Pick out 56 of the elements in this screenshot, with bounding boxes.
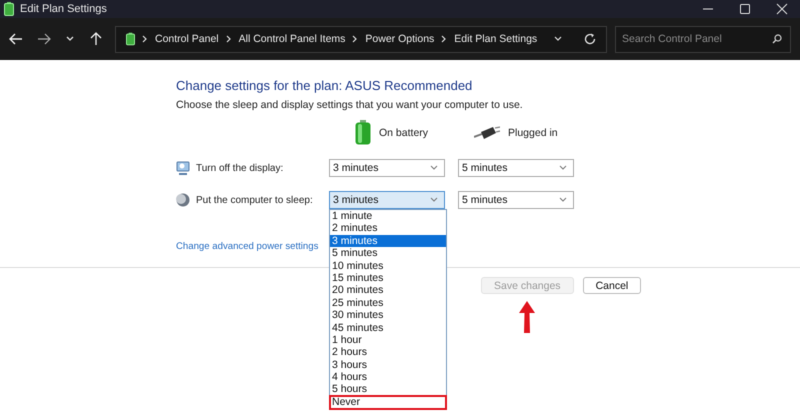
advanced-settings-link[interactable]: Change advanced power settings (176, 241, 318, 252)
dropdown-option[interactable]: 15 minutes (330, 272, 446, 284)
moon-icon (176, 193, 190, 207)
dropdown-option[interactable]: 1 minute (330, 210, 446, 222)
maximize-icon[interactable] (739, 3, 751, 15)
plug-icon (474, 126, 500, 140)
battery-icon (126, 32, 135, 46)
search-field[interactable]: Search Control Panel (615, 26, 791, 52)
chevron-right-icon (226, 35, 232, 43)
up-arrow-icon[interactable] (89, 32, 103, 46)
dropdown[interactable]: 5 minutes (458, 159, 574, 177)
back-arrow-icon[interactable] (9, 32, 23, 46)
breadcrumb[interactable]: Power Options (365, 33, 434, 45)
page-heading: Change settings for the plan: ASUS Recommended (176, 78, 474, 93)
dropdown[interactable]: 5 minutes (458, 191, 574, 209)
dropdown-option[interactable]: 20 minutes (330, 284, 446, 297)
chevron-right-icon (441, 35, 448, 43)
setting-label: Put the computer to sleep: (196, 194, 313, 206)
breadcrumb[interactable]: All Control Panel Items (238, 33, 346, 45)
address-bar[interactable]: Control Panel All Control Panel Items Power Options Edit Plan Settings (115, 26, 607, 52)
setting-label: Turn off the display: (196, 162, 284, 174)
dropdown-option[interactable]: 4 hours (330, 371, 446, 384)
battery-icon (355, 120, 371, 145)
dialog-button[interactable]: Cancel (582, 277, 642, 294)
search-icon (772, 34, 782, 44)
dropdown-option[interactable]: 1 hour (330, 334, 446, 346)
dropdown-option[interactable]: 2 minutes (330, 222, 446, 235)
dropdown-option[interactable]: 2 hours (330, 346, 446, 359)
column-header: Plugged in (508, 126, 558, 138)
chevron-right-icon (142, 35, 148, 43)
dropdown-option[interactable]: 10 minutes (330, 260, 446, 272)
close-icon[interactable] (776, 3, 788, 15)
monitor-icon (176, 161, 190, 175)
refresh-icon[interactable] (584, 33, 596, 45)
chevron-right-icon (352, 35, 358, 43)
forward-arrow-icon[interactable] (37, 32, 51, 46)
chevron-down-icon (559, 197, 567, 203)
dropdown-option[interactable]: 3 hours (330, 358, 446, 372)
breadcrumb[interactable]: Edit Plan Settings (454, 33, 538, 45)
window-title: Edit Plan Settings (20, 3, 107, 15)
dropdown-option[interactable]: 5 minutes (330, 247, 446, 260)
chevron-down-icon (559, 165, 567, 171)
dropdown[interactable]: 3 minutes (329, 191, 445, 209)
description: Choose the sleep and display settings that you want your computer to use. (176, 99, 524, 111)
dropdown[interactable]: 3 minutes (329, 159, 445, 177)
chevron-down-icon (430, 165, 438, 171)
dropdown-option[interactable]: 3 minutes (330, 234, 446, 248)
dropdown-option[interactable]: Never (330, 396, 446, 409)
breadcrumb[interactable]: Control Panel (155, 33, 219, 45)
chevron-down-icon (430, 197, 438, 203)
column-header: On battery (379, 126, 428, 138)
dropdown-option[interactable]: 30 minutes (330, 309, 446, 322)
dropdown-option[interactable]: 45 minutes (330, 322, 446, 334)
dropdown-option[interactable]: 25 minutes (330, 296, 446, 310)
battery-icon (4, 2, 14, 16)
dropdown-option[interactable]: 5 hours (330, 383, 446, 396)
